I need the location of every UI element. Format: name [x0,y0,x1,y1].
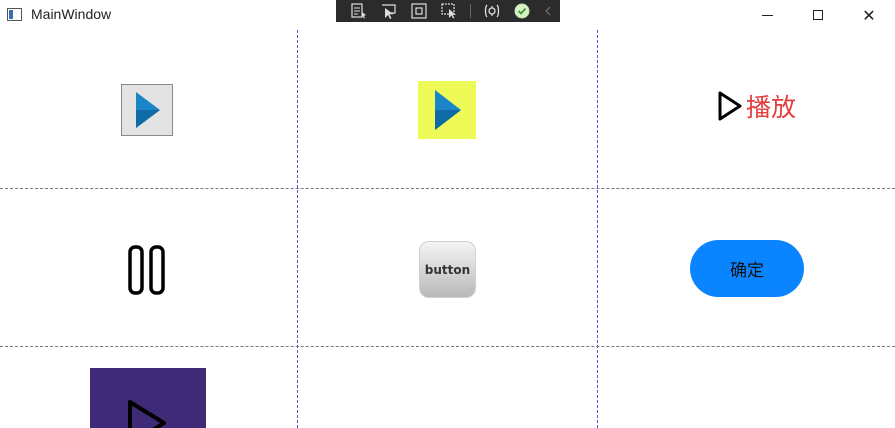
app-window-icon [7,8,22,21]
display-layout-adorners-button[interactable] [410,3,428,19]
close-button[interactable]: ✕ [845,0,893,30]
play-icon [136,92,160,128]
pause-icon [128,245,165,295]
play-outline-icon [718,91,742,121]
chevron-left-icon [545,6,551,16]
live-visual-tree-button[interactable] [350,3,368,19]
play-yellow-button[interactable] [418,81,476,139]
pause-button[interactable] [127,244,167,296]
minimize-icon [761,14,773,16]
collapse-toolbar-button[interactable] [543,3,553,19]
grid-line-horizontal [0,188,895,189]
status-ok-button[interactable] [513,3,531,19]
play-text-button[interactable]: 播放 [717,88,796,124]
track-focus-button[interactable] [440,3,458,19]
content-grid: 播放 button 确定 [0,30,895,428]
status-ok-icon [514,3,530,19]
close-icon: ✕ [862,5,876,25]
live-visual-tree-icon [351,3,366,19]
play-outline-icon [128,400,166,428]
hot-reload-icon [484,4,500,18]
track-focus-icon [441,3,456,19]
display-layout-adorners-icon [411,3,427,19]
grid-line-horizontal [0,346,895,347]
maximize-button[interactable] [794,0,842,30]
play-icon [435,90,461,130]
play-label: 播放 [746,93,797,122]
toolbar-separator [470,4,471,18]
window-title: MainWindow [31,6,112,22]
play-image-button[interactable] [121,84,173,136]
confirm-button[interactable]: 确定 [690,240,804,297]
grid-line-vertical [297,30,298,428]
debug-toolbar [336,0,560,22]
select-element-icon [382,4,396,19]
grid-line-vertical [597,30,598,428]
gradient-button[interactable]: button [419,241,476,298]
purple-play-button[interactable] [90,368,206,428]
minimize-button[interactable] [743,0,791,30]
maximize-icon [813,10,823,20]
select-element-button[interactable] [380,3,398,19]
hot-reload-button[interactable] [483,3,501,19]
